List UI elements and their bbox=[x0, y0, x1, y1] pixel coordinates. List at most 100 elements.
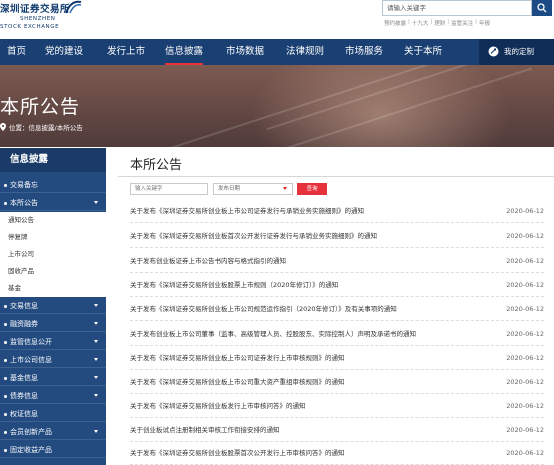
bullet-icon bbox=[4, 376, 7, 380]
sidebar-item-trading-memo[interactable]: 交易备忘 bbox=[0, 177, 106, 193]
list-item[interactable]: 关于发布《深圳证券交易所创业板上市公司重大资产重组审核规则》的通知 2020-0… bbox=[130, 370, 544, 394]
list-item[interactable]: 关于发布《深圳证券交易所创业板股票上市规则（2020年修订）》的通知 2020-… bbox=[130, 273, 544, 297]
announcement-title[interactable]: 关于创业板试点注册制相关审核工作衔接安排的通知 bbox=[130, 418, 280, 442]
announcement-date: 2020-06-12 bbox=[506, 330, 544, 338]
sidebar-item-label: 本所公告 bbox=[10, 199, 38, 207]
sidebar-subitem-suspension[interactable]: 停复牌 bbox=[0, 229, 106, 246]
announcement-title[interactable]: 关于发布《深圳证券交易所创业板股票首次公开发行上市审核问答》的通知 bbox=[130, 441, 345, 465]
announcement-date: 2020-06-12 bbox=[506, 232, 544, 240]
chevron-down-icon bbox=[94, 358, 98, 361]
search-icon bbox=[537, 3, 547, 13]
hot-link[interactable]: 监管关注 bbox=[451, 19, 473, 27]
sidebar-item-regulatory[interactable]: 监管信息公开 bbox=[0, 334, 106, 350]
banner-glow bbox=[250, 65, 510, 147]
chevron-down-icon bbox=[94, 201, 98, 204]
announcement-title[interactable]: 关于发布《深圳证券交易所创业板上市公司规范运作指引（2020年修订）》及有关事项… bbox=[130, 297, 397, 321]
sidebar-item-label: 监管信息公开 bbox=[10, 338, 52, 346]
sidebar-item-bond-info[interactable]: 债券信息 bbox=[0, 388, 106, 404]
nav-item-disclosure[interactable]: 信息披露 bbox=[165, 39, 204, 65]
separator: | bbox=[430, 19, 433, 25]
list-item[interactable]: 关于发布《深圳证券交易所创业板首次公开发行证券发行与承销业务实施细则》的通知 2… bbox=[130, 224, 544, 248]
sidebar-subitem-notices[interactable]: 通知公告 bbox=[0, 212, 106, 229]
bullet-icon bbox=[4, 183, 7, 187]
announcement-title[interactable]: 关于发布《深圳证券交易所创业板上市公司证券发行与承销业务实施细则》的通知 bbox=[130, 199, 364, 223]
breadcrumb-path[interactable]: 信息披露/本所公告 bbox=[29, 122, 83, 132]
announcement-title[interactable]: 关于发布创业板证券上市公告书内容与格式指引的通知 bbox=[130, 249, 286, 273]
nav-item-party[interactable]: 党的建设 bbox=[45, 39, 83, 65]
sidebar-item-margin[interactable]: 融资融券 bbox=[0, 316, 106, 332]
announcement-date: 2020-06-12 bbox=[506, 354, 544, 362]
announcement-date: 2020-06-12 bbox=[506, 402, 544, 410]
announcement-title[interactable]: 关于发布《深圳证券交易所创业板上市公司重大资产重组审核规则》的通知 bbox=[130, 370, 345, 394]
sidebar-item-trading-info[interactable]: 交易信息 bbox=[0, 298, 106, 314]
search-box bbox=[382, 0, 532, 16]
bullet-icon bbox=[4, 448, 7, 452]
nav-item-listing[interactable]: 发行上市 bbox=[107, 39, 145, 65]
list-item[interactable]: 关于创业板试点注册制相关审核工作衔接安排的通知 2020-06-12 bbox=[130, 418, 544, 442]
keyword-input[interactable] bbox=[130, 183, 208, 195]
chevron-down-icon bbox=[94, 376, 98, 379]
sidebar-item-company-info[interactable]: 上市公司信息 bbox=[0, 352, 106, 368]
announcement-title[interactable]: 关于发布创业板上市公司董事（监事、高级管理人员、控股股东、实际控制人）声明及承诺… bbox=[130, 322, 416, 346]
sidebar: 信息披露 交易备忘 本所公告 通知公告 停复牌 上市公司 固收产品 基金 交易信… bbox=[0, 148, 106, 465]
sidebar-item-warrant-info[interactable]: 权证信息 bbox=[0, 406, 106, 422]
main-nav: 首页 党的建设 发行上市 信息披露 市场数据 法律规则 市场服务 关于本所 bbox=[0, 39, 554, 65]
announcement-date: 2020-06-12 bbox=[506, 207, 544, 215]
announcement-date: 2020-06-12 bbox=[506, 305, 544, 313]
logo-icon[interactable] bbox=[64, 0, 82, 14]
sidebar-item-label: 固定收益产品 bbox=[10, 446, 52, 454]
announcement-title[interactable]: 关于发布《深圳证券交易所创业板上市公司证券发行上市审核规则》的通知 bbox=[130, 346, 345, 370]
nav-item-services[interactable]: 市场服务 bbox=[345, 39, 383, 65]
logo-english-line-2: STOCK EXCHANGE bbox=[0, 24, 60, 30]
chevron-down-icon bbox=[94, 430, 98, 433]
sidebar-subitem-listed-companies[interactable]: 上市公司 bbox=[0, 246, 106, 263]
nav-item-market-data[interactable]: 市场数据 bbox=[226, 39, 264, 65]
hot-link[interactable]: 预约披露 bbox=[384, 19, 406, 27]
announcement-title[interactable]: 关于发布《深圳证券交易所创业板发行上市审核问答》的通知 bbox=[130, 394, 306, 418]
sidebar-item-announcements[interactable]: 本所公告 bbox=[0, 195, 106, 211]
query-button[interactable]: 查询 bbox=[297, 183, 327, 195]
list-item[interactable]: 关于发布《深圳证券交易所创业板上市公司证券发行与承销业务实施细则》的通知 202… bbox=[130, 199, 544, 223]
sidebar-item-label: 交易信息 bbox=[10, 302, 38, 310]
sidebar-item-member-products[interactable]: 会员创新产品 bbox=[0, 424, 106, 440]
bullet-icon bbox=[4, 322, 7, 326]
announcement-date: 2020-06-12 bbox=[506, 426, 544, 434]
hot-link[interactable]: 理财 bbox=[434, 19, 445, 27]
date-select[interactable]: 发布日期 bbox=[213, 183, 293, 195]
list-item[interactable]: 关于发布《深圳证券交易所创业板上市公司规范运作指引（2020年修订）》及有关事项… bbox=[130, 297, 544, 321]
announcement-title[interactable]: 关于发布《深圳证券交易所创业板首次公开发行证券发行与承销业务实施细则》的通知 bbox=[130, 224, 377, 248]
list-item[interactable]: 关于发布《深圳证券交易所创业板股票首次公开发行上市审核问答》的通知 2020-0… bbox=[130, 441, 544, 465]
sidebar-subitem-funds[interactable]: 基金 bbox=[0, 280, 106, 297]
location-pin-icon bbox=[0, 123, 6, 131]
hot-link[interactable]: 年报 bbox=[479, 19, 490, 27]
list-item[interactable]: 关于发布创业板上市公司董事（监事、高级管理人员、控股股东、实际控制人）声明及承诺… bbox=[130, 322, 544, 346]
announcement-title[interactable]: 关于发布《深圳证券交易所创业板股票上市规则（2020年修订）》的通知 bbox=[130, 273, 338, 297]
sidebar-item-label: 上市公司信息 bbox=[10, 356, 52, 364]
logo-chinese-name[interactable]: 深圳证券交易所 bbox=[0, 1, 70, 15]
search-button[interactable] bbox=[532, 0, 552, 16]
date-select-label: 发布日期 bbox=[218, 186, 241, 192]
hot-link[interactable]: 十九大 bbox=[412, 19, 429, 27]
nav-item-home[interactable]: 首页 bbox=[7, 39, 26, 65]
bullet-icon bbox=[4, 412, 7, 416]
nav-item-about[interactable]: 关于本所 bbox=[404, 39, 442, 65]
sidebar-item-fund-info[interactable]: 基金信息 bbox=[0, 370, 106, 386]
sidebar-item-label: 债券信息 bbox=[10, 392, 38, 400]
separator: | bbox=[408, 19, 410, 25]
search-input[interactable] bbox=[387, 1, 525, 15]
nav-item-rules[interactable]: 法律规则 bbox=[286, 39, 324, 65]
page-banner bbox=[0, 65, 554, 147]
sidebar-item-fixed-income-products[interactable]: 固定收益产品 bbox=[0, 442, 106, 458]
my-custom-button[interactable]: 我的定制 bbox=[479, 39, 554, 65]
bullet-icon bbox=[4, 358, 7, 362]
list-item[interactable]: 关于发布《深圳证券交易所创业板发行上市审核问答》的通知 2020-06-12 bbox=[130, 394, 544, 418]
sidebar-subitem-fixed-income[interactable]: 固收产品 bbox=[0, 263, 106, 280]
sidebar-item-label: 基金信息 bbox=[10, 374, 38, 382]
sidebar-item-label: 会员创新产品 bbox=[10, 428, 52, 436]
top-header: 深圳证券交易所 SHENZHEN STOCK EXCHANGE 预约披露| 十九… bbox=[0, 0, 554, 39]
list-item[interactable]: 关于发布《深圳证券交易所创业板上市公司证券发行上市审核规则》的通知 2020-0… bbox=[130, 346, 544, 370]
chevron-down-icon bbox=[94, 394, 98, 397]
bullet-icon bbox=[4, 201, 7, 205]
list-item[interactable]: 关于发布创业板证券上市公告书内容与格式指引的通知 2020-06-12 bbox=[130, 249, 544, 273]
chevron-down-icon bbox=[94, 322, 98, 325]
